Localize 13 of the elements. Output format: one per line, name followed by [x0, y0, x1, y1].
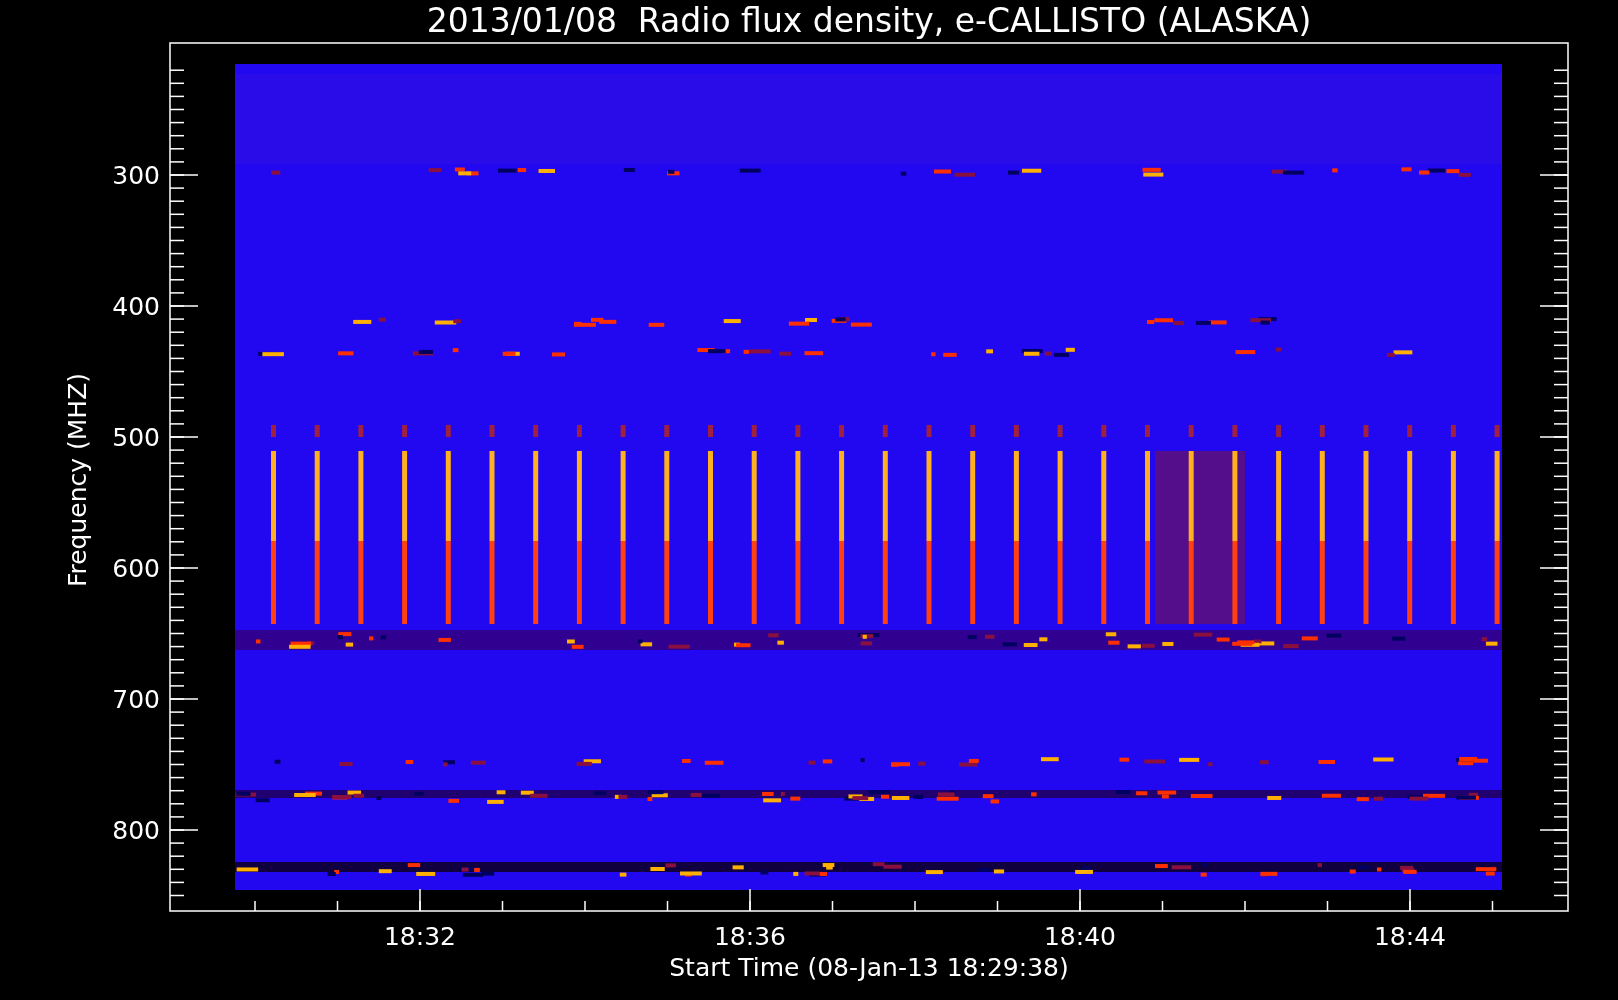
y-tick-label: 300 — [112, 161, 160, 190]
chart-title: 2013/01/08 Radio flux density, e-CALLISTO (ALASKA) — [426, 1, 1312, 40]
x-axis-label: Start Time (08-Jan-13 18:29:38) — [669, 953, 1069, 982]
y-tick-label: 400 — [112, 292, 160, 321]
x-tick-label: 18:32 — [384, 922, 456, 951]
x-tick-label: 18:44 — [1374, 922, 1446, 951]
y-tick-label: 800 — [112, 816, 160, 845]
y-axis-label: Frequency (MHZ) — [63, 372, 92, 588]
y-tick-label: 500 — [112, 423, 160, 452]
x-tick-label: 18:40 — [1044, 922, 1116, 951]
x-tick-label: 18:36 — [714, 922, 786, 951]
y-tick-label: 700 — [112, 685, 160, 714]
y-tick-label: 600 — [112, 554, 160, 583]
